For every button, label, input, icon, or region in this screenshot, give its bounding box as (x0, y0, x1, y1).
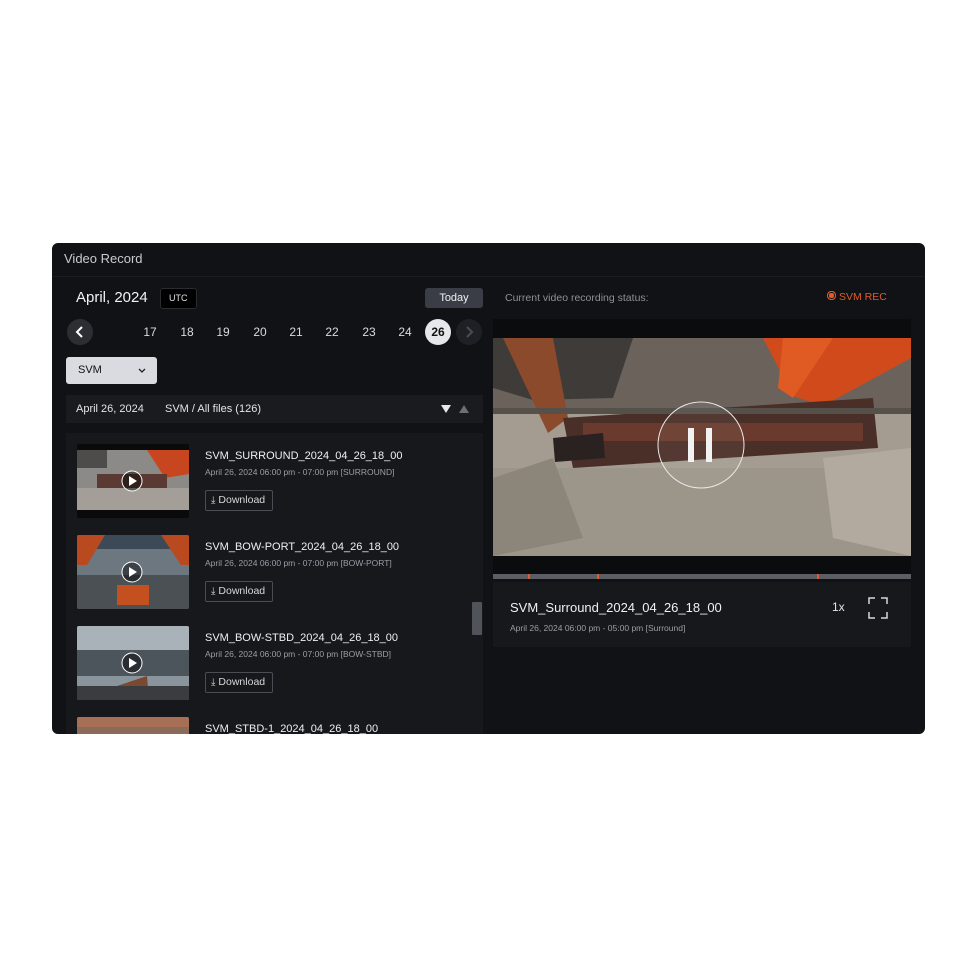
triangle-down-icon[interactable] (440, 404, 452, 414)
video-info-panel: SVM_Surround_2024_04_26_18_00 April 26, … (493, 582, 911, 647)
day-17[interactable]: 17 (137, 319, 163, 345)
day-26-selected[interactable]: 26 (425, 319, 451, 345)
video-thumbnail[interactable] (77, 717, 189, 734)
video-meta: April 26, 2024 06:00 pm - 05:00 pm [Surr… (510, 623, 686, 633)
day-21[interactable]: 21 (283, 319, 309, 345)
file-name: SVM_SURROUND_2024_04_26_18_00 (205, 450, 403, 462)
play-icon[interactable] (121, 561, 143, 583)
file-meta: April 26, 2024 06:00 pm - 07:00 pm [BOW-… (205, 649, 391, 659)
calendar-month: April, 2024 (76, 289, 148, 306)
timezone-badge: UTC (160, 288, 197, 309)
list-item[interactable]: SVM_STBD-1_2024_04_26_18_00 (66, 706, 466, 734)
list-item[interactable]: SVM_BOW-STBD_2024_04_26_18_00 April 26, … (66, 615, 466, 703)
file-meta: April 26, 2024 06:00 pm - 07:00 pm [SURR… (205, 467, 395, 477)
chevron-left-icon (75, 326, 83, 338)
day-23[interactable]: 23 (356, 319, 382, 345)
video-record-window: Video Record April, 2024 UTC Today 17 18… (52, 243, 925, 734)
day-20[interactable]: 20 (247, 319, 273, 345)
chevron-down-icon (138, 368, 146, 373)
list-item[interactable]: SVM_SURROUND_2024_04_26_18_00 April 26, … (66, 433, 466, 521)
chevron-right-icon (466, 326, 474, 338)
day-22[interactable]: 22 (319, 319, 345, 345)
day-24[interactable]: 24 (392, 319, 418, 345)
window-title: Video Record (64, 251, 143, 266)
timeline-marker[interactable] (817, 574, 819, 579)
record-dot-icon (827, 291, 836, 300)
fullscreen-icon[interactable] (868, 597, 888, 619)
file-list-scrollbar[interactable] (472, 602, 482, 635)
video-title: SVM_Surround_2024_04_26_18_00 (510, 600, 722, 615)
file-name: SVM_BOW-PORT_2024_04_26_18_00 (205, 541, 400, 553)
download-button[interactable]: ⤓ Download (205, 672, 274, 693)
recording-status-label: Current video recording status: (505, 292, 649, 304)
list-item[interactable]: SVM_BOW-PORT_2024_04_26_18_00 April 26, … (66, 524, 466, 612)
title-bar: Video Record (52, 243, 925, 277)
play-icon[interactable] (121, 652, 143, 674)
file-list-path: SVM / All files (126) (165, 403, 261, 415)
timeline-marker[interactable] (597, 574, 599, 579)
file-name: SVM_STBD-1_2024_04_26_18_00 (205, 723, 379, 734)
file-list: SVM_SURROUND_2024_04_26_18_00 April 26, … (66, 433, 483, 734)
camera-filter-value: SVM (78, 364, 102, 376)
day-19[interactable]: 19 (210, 319, 236, 345)
next-days-button[interactable] (456, 319, 482, 345)
file-list-date: April 26, 2024 (76, 403, 144, 415)
playback-speed-button[interactable]: 1x (832, 600, 845, 614)
play-icon[interactable] (121, 470, 143, 492)
file-name: SVM_BOW-STBD_2024_04_26_18_00 (205, 632, 399, 644)
file-list-header: April 26, 2024 SVM / All files (126) (66, 395, 483, 423)
playback-timeline[interactable] (493, 574, 911, 579)
day-18[interactable]: 18 (174, 319, 200, 345)
download-icon: ⤓ (211, 586, 216, 597)
today-button[interactable]: Today (425, 288, 483, 308)
recording-status-indicator: SVM REC (827, 291, 887, 303)
triangle-up-icon[interactable] (458, 404, 470, 414)
file-meta: April 26, 2024 06:00 pm - 07:00 pm [BOW-… (205, 558, 392, 568)
download-icon: ⤓ (211, 677, 216, 688)
video-frame[interactable] (493, 338, 911, 556)
download-button[interactable]: ⤓ Download (205, 490, 274, 511)
video-player[interactable] (493, 319, 911, 577)
prev-days-button[interactable] (67, 319, 93, 345)
download-button[interactable]: ⤓ Download (205, 581, 274, 602)
camera-filter-select[interactable]: SVM (66, 357, 157, 384)
download-icon: ⤓ (211, 495, 216, 506)
timeline-marker[interactable] (528, 574, 530, 579)
